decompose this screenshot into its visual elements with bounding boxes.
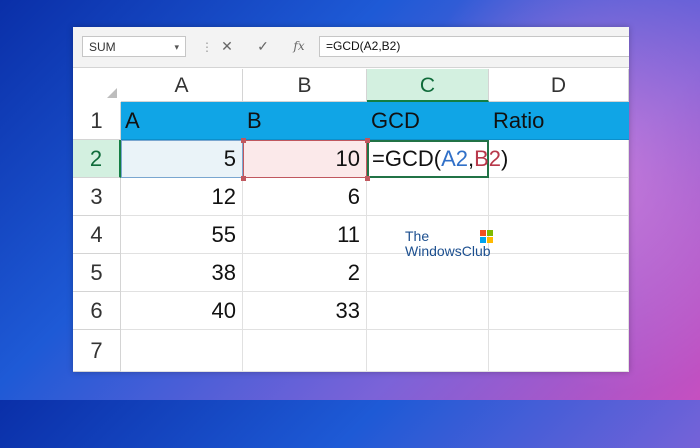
cancel-icon[interactable]: ✕ (216, 36, 238, 57)
cell-d7[interactable] (489, 330, 629, 372)
cell-a1[interactable]: A (121, 102, 243, 140)
enter-icon[interactable]: ✓ (252, 36, 274, 57)
cell-a6[interactable]: 40 (121, 292, 243, 330)
cell-a4[interactable]: 55 (121, 216, 243, 254)
formula-input[interactable]: =GCD(A2,B2) (319, 36, 629, 57)
row-header-3[interactable]: 3 (73, 178, 121, 216)
cell-c2-active[interactable]: =GCD(A2,B2) (367, 140, 508, 178)
row-header-7[interactable]: 7 (73, 330, 121, 372)
watermark-logo-icon (480, 230, 494, 244)
row-header-6[interactable]: 6 (73, 292, 121, 330)
chevron-down-icon[interactable]: ▾ (174, 37, 179, 58)
cell-a3[interactable]: 12 (121, 178, 243, 216)
column-header-c[interactable]: C (367, 69, 489, 102)
name-box[interactable]: SUM ▾ (82, 36, 186, 57)
cell-b7[interactable] (243, 330, 367, 372)
cell-a5[interactable]: 38 (121, 254, 243, 292)
excel-window: SUM ▾ ⋮ ✕ ✓ fx =GCD(A2,B2) A B C D 1 2 3… (73, 27, 629, 372)
column-header-a[interactable]: A (121, 69, 243, 102)
formula-prefix: =GCD( (372, 146, 442, 171)
watermark: The WindowsClub (405, 228, 494, 259)
cell-c5[interactable] (367, 254, 489, 292)
row-header-2[interactable]: 2 (73, 140, 121, 178)
cell-d3[interactable] (489, 178, 629, 216)
cell-d1[interactable]: Ratio (489, 102, 629, 140)
insert-function-button[interactable]: fx (288, 36, 310, 57)
cell-b6[interactable]: 33 (243, 292, 367, 330)
formula-ref-a2: A2 (441, 146, 468, 171)
column-header-d[interactable]: D (489, 69, 629, 102)
cell-d2[interactable] (489, 140, 629, 178)
column-header-b[interactable]: B (243, 69, 367, 102)
select-all-icon (107, 88, 117, 98)
formula-bar-grip-icon[interactable]: ⋮ (201, 39, 213, 55)
select-all-button[interactable] (73, 69, 122, 103)
cell-a7[interactable] (121, 330, 243, 372)
cell-b1[interactable]: B (243, 102, 367, 140)
cell-b4[interactable]: 11 (243, 216, 367, 254)
name-box-value: SUM (89, 40, 116, 54)
row-header-5[interactable]: 5 (73, 254, 121, 292)
cell-b2[interactable]: 10 (243, 140, 367, 178)
cell-c3[interactable] (367, 178, 489, 216)
range-handle-b2-tl[interactable] (241, 138, 246, 143)
range-handle-b2-tr[interactable] (365, 138, 370, 143)
row-header-4[interactable]: 4 (73, 216, 121, 254)
cell-b5[interactable]: 2 (243, 254, 367, 292)
formula-suffix: ) (501, 146, 509, 171)
cell-d4[interactable] (489, 216, 629, 254)
cell-c7[interactable] (367, 330, 489, 372)
cell-d5[interactable] (489, 254, 629, 292)
watermark-line2: WindowsClub (405, 243, 491, 259)
range-handle-b2-bl[interactable] (241, 176, 246, 181)
row-header-1[interactable]: 1 (73, 102, 121, 140)
formula-bar: SUM ▾ ⋮ ✕ ✓ fx =GCD(A2,B2) (73, 27, 629, 68)
watermark-line1: The (405, 228, 430, 244)
formula-ref-b2: B2 (474, 146, 502, 171)
cell-d6[interactable] (489, 292, 629, 330)
cell-a2[interactable]: 5 (121, 140, 243, 178)
cell-b3[interactable]: 6 (243, 178, 367, 216)
range-handle-b2-br[interactable] (365, 176, 370, 181)
cell-c6[interactable] (367, 292, 489, 330)
cell-c1[interactable]: GCD (367, 102, 489, 140)
